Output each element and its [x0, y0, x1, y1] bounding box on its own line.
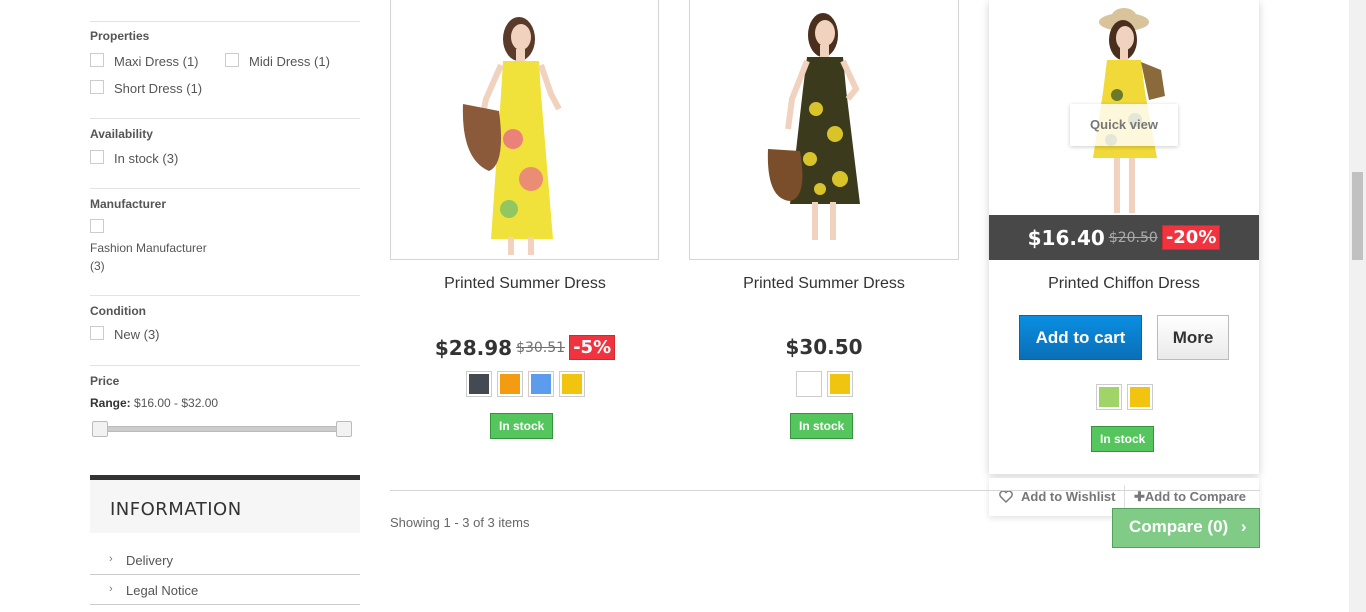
- checkbox[interactable]: [90, 80, 104, 94]
- filter-option-fashion-manufacturer[interactable]: Fashion Manufacturer (3): [90, 219, 207, 275]
- add-to-compare-link[interactable]: ✚Add to Compare: [1134, 489, 1246, 505]
- filter-properties: Properties Maxi Dress (1) Midi Dress (1)…: [90, 21, 360, 118]
- product-name[interactable]: Printed Chiffon Dress: [989, 275, 1259, 293]
- filter-option-label: Maxi Dress (1): [114, 54, 199, 69]
- scrollbar[interactable]: [1349, 0, 1366, 612]
- information-block: INFORMATION: [90, 475, 360, 533]
- color-swatch[interactable]: [795, 371, 822, 397]
- heart-icon: [999, 490, 1013, 503]
- color-swatch[interactable]: [1126, 384, 1153, 410]
- filter-option-label: Midi Dress (1): [249, 54, 330, 69]
- price-range-text: Range: $16.00 - $32.00: [90, 396, 218, 410]
- discount-badge: -20%: [1161, 225, 1221, 250]
- color-swatch[interactable]: [558, 371, 585, 397]
- info-link-label: Delivery: [126, 553, 173, 568]
- checkbox[interactable]: [90, 53, 104, 67]
- filter-price: Price Range: $16.00 - $32.00: [90, 365, 360, 455]
- add-to-wishlist-label: Add to Wishlist: [1021, 489, 1116, 504]
- add-to-cart-button[interactable]: Add to cart: [1019, 315, 1142, 360]
- checkbox[interactable]: [90, 219, 104, 233]
- filter-availability: Availability In stock (3): [90, 118, 360, 188]
- product-price: $30.50: [785, 335, 863, 359]
- filter-manufacturer: Manufacturer Fashion Manufacturer (3): [90, 188, 360, 295]
- product-price: $16.40: [1027, 225, 1105, 250]
- product-old-price: $20.50: [1108, 229, 1158, 246]
- manufacturer-count: (3): [90, 259, 105, 273]
- plus-icon: ✚: [1134, 489, 1145, 504]
- filter-option-in-stock[interactable]: In stock (3): [90, 150, 179, 166]
- quick-view-button[interactable]: Quick view: [1070, 104, 1178, 146]
- filter-title: Availability: [90, 127, 153, 141]
- more-button[interactable]: More: [1157, 315, 1229, 360]
- product-image[interactable]: [390, 0, 659, 260]
- compare-label: Compare (0): [1129, 517, 1229, 536]
- stock-badge: In stock: [790, 413, 854, 439]
- info-link-delivery[interactable]: › Delivery: [90, 545, 360, 575]
- stock-badge: In stock: [1091, 426, 1155, 452]
- color-swatch[interactable]: [826, 371, 853, 397]
- product-price: $28.98: [434, 335, 513, 360]
- price-range-value: $16.00 - $32.00: [134, 396, 219, 410]
- chevron-right-icon: ›: [1240, 517, 1247, 536]
- product-image[interactable]: Quick view $16.40 $20.50 -20%: [989, 0, 1259, 260]
- product-count: Showing 1 - 3 of 3 items: [390, 515, 530, 530]
- color-swatch[interactable]: [1095, 384, 1122, 410]
- product-price-row: $28.98 $30.51 -5%: [390, 335, 660, 360]
- information-title: INFORMATION: [110, 499, 242, 520]
- chevron-right-icon: ›: [109, 583, 113, 595]
- compare-button[interactable]: Compare (0) ›: [1112, 508, 1260, 548]
- price-slider[interactable]: [92, 421, 352, 437]
- color-swatch[interactable]: [465, 371, 492, 397]
- add-to-compare-label: Add to Compare: [1144, 489, 1247, 504]
- filter-option-midi-dress[interactable]: Midi Dress (1): [225, 53, 330, 69]
- filter-option-short-dress[interactable]: Short Dress (1): [90, 80, 203, 96]
- product-price-row: $30.50: [689, 335, 959, 359]
- checkbox[interactable]: [90, 326, 104, 340]
- filter-option-label: In stock (3): [114, 151, 179, 166]
- chevron-right-icon: ›: [109, 553, 113, 565]
- filter-title: Properties: [90, 29, 150, 43]
- stock-badge: In stock: [490, 413, 554, 439]
- color-swatches: [390, 371, 660, 397]
- product-image[interactable]: [689, 0, 959, 260]
- filter-option-maxi-dress[interactable]: Maxi Dress (1): [90, 53, 199, 69]
- filter-option-label: Short Dress (1): [114, 81, 203, 96]
- product-name[interactable]: Printed Summer Dress: [390, 275, 660, 293]
- product-price-bar: $16.40 $20.50 -20%: [989, 215, 1259, 260]
- color-swatches: [989, 384, 1259, 410]
- divider: [1124, 485, 1125, 509]
- product-card-hovered[interactable]: Quick view $16.40 $20.50 -20% Printed Ch…: [989, 0, 1259, 474]
- product-photo-model: [767, 13, 860, 240]
- price-slider-max-handle[interactable]: [336, 421, 352, 437]
- price-range-label: Range:: [90, 396, 131, 410]
- price-slider-min-handle[interactable]: [92, 421, 108, 437]
- color-swatch[interactable]: [527, 371, 554, 397]
- color-swatches: [689, 371, 959, 397]
- listing-divider: [390, 490, 1260, 491]
- filter-option-label: Fashion Manufacturer (3): [90, 239, 207, 275]
- filter-title: Condition: [90, 304, 146, 318]
- filter-title: Manufacturer: [90, 197, 167, 211]
- info-link-legal-notice[interactable]: › Legal Notice: [90, 575, 360, 605]
- manufacturer-name: Fashion Manufacturer: [90, 241, 207, 255]
- filter-option-label: New (3): [114, 327, 160, 342]
- checkbox[interactable]: [225, 53, 239, 67]
- filter-option-new[interactable]: New (3): [90, 326, 160, 342]
- scrollbar-thumb[interactable]: [1352, 172, 1363, 260]
- discount-badge: -5%: [569, 335, 616, 360]
- product-name[interactable]: Printed Summer Dress: [689, 275, 959, 293]
- product-photo-model: [462, 17, 562, 255]
- product-old-price: $30.51: [516, 339, 566, 356]
- add-to-wishlist-link[interactable]: Add to Wishlist: [999, 489, 1116, 504]
- info-link-label: Legal Notice: [126, 583, 199, 598]
- checkbox[interactable]: [90, 150, 104, 164]
- filter-title: Price: [90, 374, 120, 388]
- color-swatch[interactable]: [496, 371, 523, 397]
- filter-condition: Condition New (3): [90, 295, 360, 365]
